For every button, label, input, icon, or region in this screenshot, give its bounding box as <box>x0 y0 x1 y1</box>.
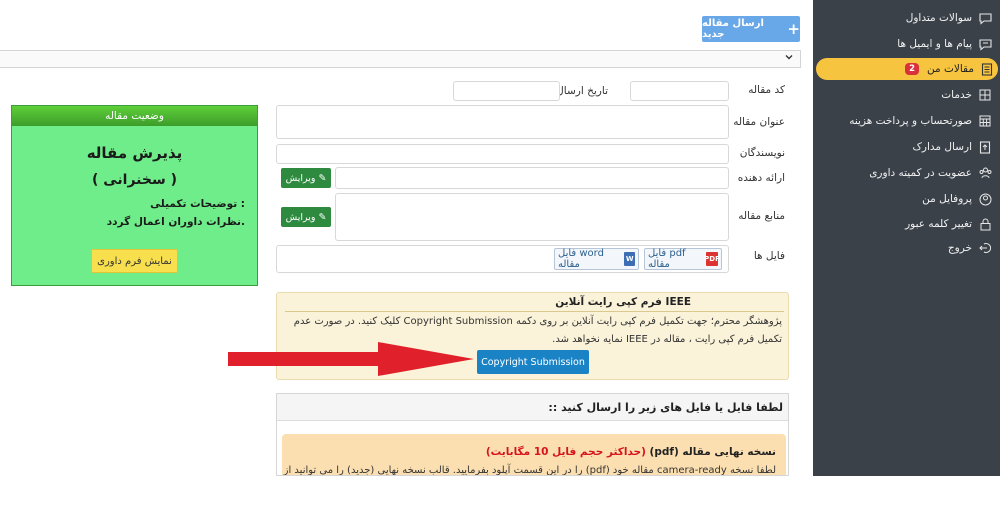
word-icon: W <box>624 252 635 266</box>
final-version-title: نسخه نهایی مقاله (pdf) (حداکثر حجم فایل … <box>486 446 776 458</box>
sidebar-item-faq[interactable]: سوالات متداول <box>816 7 996 29</box>
status-note-label: توضیحات تکمیلی : <box>150 198 245 210</box>
submit-date-label: تاریخ ارسال <box>556 85 608 97</box>
logout-icon <box>978 241 992 255</box>
sidebar-item-label: مقالات من <box>927 63 974 75</box>
sidebar-item-review-committee[interactable]: عضویت در کمیته داوری <box>816 162 996 184</box>
files-label: فایل ها <box>753 250 785 262</box>
authors-label: نویسندگان <box>739 147 785 159</box>
upload-header: :: لطفا فایل یا فایل های زیر را ارسال کن… <box>277 394 788 421</box>
article-code-label: کد مقاله <box>748 84 785 96</box>
sidebar-item-profile[interactable]: پروفایل من <box>816 188 996 210</box>
article-status-panel: وضعیت مقاله پذیرش مقاله ( سخنرانی ) توضی… <box>11 105 258 286</box>
sidebar-item-billing[interactable]: صورتحساب و پرداخت هزینه <box>816 110 996 132</box>
final-version-size-note: (حداکثر حجم فایل 10 مگابایت) <box>485 446 646 458</box>
sidebar-item-label: تغییر کلمه عبور <box>905 218 972 230</box>
pdf-file-link[interactable]: فایل pdf مقاله PDF <box>644 248 722 270</box>
sidebar-item-my-articles[interactable]: مقالات من 2 <box>816 58 998 80</box>
status-header: وضعیت مقاله <box>12 106 257 126</box>
presenter-field[interactable] <box>335 167 729 189</box>
sidebar-item-label: خروج <box>947 242 972 254</box>
edit-presenter-button[interactable]: ویرایش ✎ <box>281 168 331 188</box>
sidebar-item-services[interactable]: خدمات <box>816 84 996 106</box>
sidebar-item-messages[interactable]: پیام ها و ایمیل ها <box>816 33 996 55</box>
collapse-bar[interactable] <box>0 50 801 68</box>
authors-field[interactable] <box>276 144 729 164</box>
grid-icon <box>978 88 992 102</box>
chat-question-icon <box>978 11 992 25</box>
article-title-field[interactable] <box>276 105 729 139</box>
sidebar-item-send-documents[interactable]: ارسال مدارک <box>816 136 996 158</box>
word-file-link[interactable]: فایل word مقاله W <box>554 248 639 270</box>
copyright-title: فرم کپی رایت آنلاین IEEE <box>555 296 691 308</box>
articles-count-badge: 2 <box>905 63 920 75</box>
status-title: پذیرش مقاله <box>86 144 183 162</box>
pdf-icon: PDF <box>704 252 720 266</box>
status-note-text: نظرات داوران اعمال گردد. <box>106 216 245 228</box>
edit-label: ویرایش <box>285 211 316 223</box>
edit-sources-button[interactable]: ویرایش ✎ <box>281 207 331 227</box>
upload-document-icon <box>978 140 992 154</box>
edit-label: ویرایش <box>285 172 316 184</box>
copyright-submission-button[interactable]: Copyright Submission <box>477 350 589 374</box>
copyright-divider <box>285 311 784 312</box>
new-article-label: ارسال مقاله جدید <box>702 18 764 40</box>
new-article-button[interactable]: ارسال مقاله جدید + <box>702 16 800 42</box>
final-version-card: نسخه نهایی مقاله (pdf) (حداکثر حجم فایل … <box>282 434 786 476</box>
upload-files-panel: :: لطفا فایل یا فایل های زیر را ارسال کن… <box>276 393 789 476</box>
sources-label: منابع مقاله <box>738 210 785 222</box>
pdf-file-label: فایل pdf مقاله <box>648 248 686 270</box>
calculator-icon <box>978 114 992 128</box>
lock-icon <box>978 217 992 231</box>
word-file-label: فایل word مقاله <box>558 248 604 270</box>
user-icon <box>978 192 992 206</box>
sidebar-item-label: سوالات متداول <box>905 12 972 24</box>
pencil-icon: ✎ <box>318 211 327 223</box>
sidebar-item-logout[interactable]: خروج <box>816 237 996 259</box>
sidebar: سوالات متداول پیام ها و ایمیل ها مقالات … <box>813 0 1000 476</box>
chevron-down-icon[interactable] <box>784 52 794 65</box>
article-title-label: عنوان مقاله <box>733 116 785 128</box>
document-icon <box>980 62 994 76</box>
final-version-title-text: نسخه نهایی مقاله (pdf) <box>649 446 776 458</box>
final-version-text: لطفا نسخه camera-ready مقاله خود (pdf) ر… <box>283 465 776 476</box>
sidebar-item-label: پیام ها و ایمیل ها <box>897 38 972 50</box>
sidebar-item-label: عضویت در کمیته داوری <box>869 167 972 179</box>
sidebar-item-label: صورتحساب و پرداخت هزینه <box>849 115 972 127</box>
group-icon <box>978 166 992 180</box>
submit-date-field[interactable] <box>453 81 560 101</box>
sidebar-item-label: ارسال مدارک <box>912 141 972 153</box>
status-subtitle: ( سخنرانی ) <box>91 172 178 188</box>
presenter-label: ارائه دهنده <box>737 172 785 184</box>
red-arrow-icon <box>228 342 474 376</box>
chat-icon <box>978 37 992 51</box>
sidebar-item-label: پروفایل من <box>922 193 972 205</box>
show-review-form-button[interactable]: نمایش فرم داوری <box>91 249 178 273</box>
sidebar-item-change-password[interactable]: تغییر کلمه عبور <box>816 213 996 235</box>
pencil-icon: ✎ <box>318 172 327 184</box>
article-code-field[interactable] <box>630 81 729 101</box>
sources-field[interactable] <box>335 193 729 241</box>
plus-icon: + <box>787 20 800 38</box>
sidebar-item-label: خدمات <box>941 89 972 101</box>
